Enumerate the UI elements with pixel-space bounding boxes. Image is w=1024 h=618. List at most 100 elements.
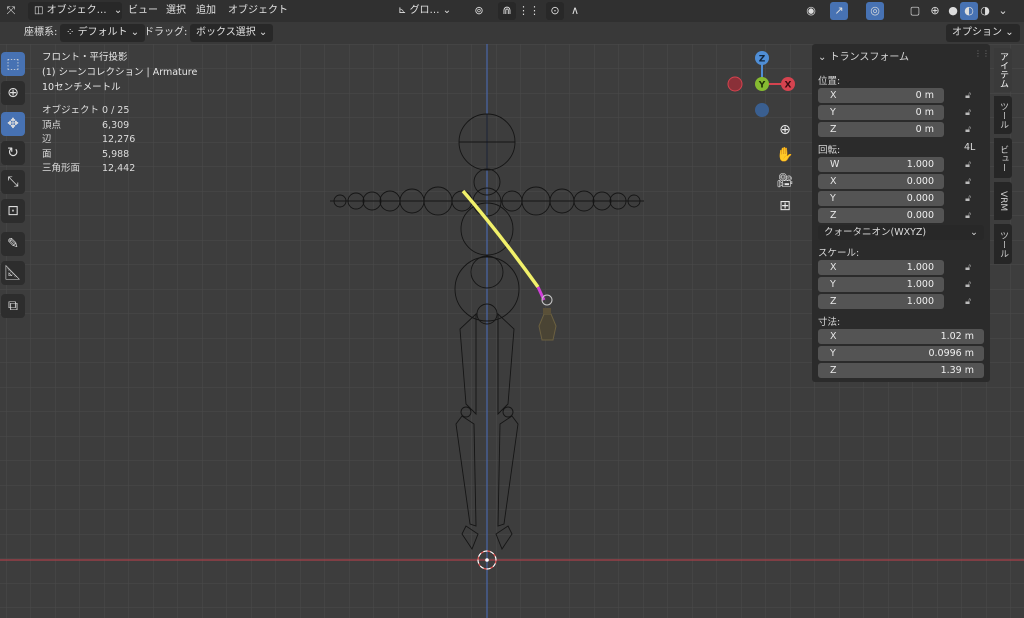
dimensions-y-field[interactable]: Y 0.0996 m [818,346,984,361]
pan-hand-icon[interactable]: ✋ [774,144,796,166]
shading-options-icon[interactable]: ⌄ [994,2,1012,20]
menu-view[interactable]: ビュー [124,2,162,20]
xray-icon[interactable]: ▢ [906,2,924,20]
move-icon[interactable]: ✥ [1,112,25,136]
rotation-w-field[interactable]: W 1.000 [818,157,944,172]
drag-handle-icon[interactable]: ⋮⋮ [974,49,990,58]
lock-icon[interactable]: 🔓︎ [962,176,974,188]
zoom-icon[interactable]: ⊕ [774,119,796,141]
drag-dropdown[interactable]: ボックス選択 ⌄ [190,24,274,42]
scale-y-field[interactable]: Y 1.000 [818,277,944,292]
tool-settings-bar: 座標系: ⁘ デフォルト ⌄ ドラッグ: ボックス選択 ⌄ オプション ⌄ [0,22,1024,44]
lock-icon[interactable]: 🔓︎ [962,262,974,274]
lock-icon[interactable]: 🔓︎ [962,107,974,119]
overlay-toggle-icon[interactable]: ◎ [866,2,884,20]
editor-type-icon[interactable]: ⤧ [2,2,20,20]
scale-x-field[interactable]: X 1.000 [818,260,944,275]
lock-icon[interactable]: 🔓︎ [962,296,974,308]
dimensions-z-field[interactable]: Z 1.39 m [818,363,984,378]
location-z-field[interactable]: Z0 m [818,122,944,137]
chevron-down-icon: ⌄ [970,227,978,238]
tab-tool[interactable]: ツール [994,96,1012,134]
axis-icon: ⊾ [398,5,410,16]
tab-view[interactable]: ビュー [994,138,1012,178]
scene-statistics: オブジェクト 0 / 25 頂点 6,309 辺 12,276 面 5,988 三角形面… [42,104,135,177]
transform-icon: ⁘ [66,27,78,38]
neg-z-axis-gizmo [755,103,769,117]
location-label: 位置: [818,76,841,87]
rotation-lock-4l[interactable]: 4L [964,142,975,153]
chevron-down-icon: ⌄ [258,27,268,38]
stat-row: 辺 12,276 [42,134,136,145]
menu-add[interactable]: 追加 [192,2,220,20]
camera-icon[interactable]: 🎥︎ [774,170,796,192]
snap-icon[interactable]: ⋒ [498,2,516,20]
lock-icon[interactable]: 🔓︎ [962,90,974,102]
coord-dropdown[interactable]: ⁘ デフォルト ⌄ [60,24,146,42]
stat-row: オブジェクト 0 / 25 [42,105,130,116]
proportional-edit-icon[interactable]: ⊙ [546,2,564,20]
transform-panel-header[interactable]: ⌄ トランスフォーム [818,48,909,63]
lock-icon[interactable]: 🔓︎ [962,124,974,136]
rotation-x-field[interactable]: X 0.000 [818,174,944,189]
object-mode-icon: ◫ [34,5,47,16]
dimensions-label: 寸法: [818,317,841,328]
tab-tool-2[interactable]: ツール [994,224,1012,264]
snap-target-icon[interactable]: ⋮⋮ [518,2,540,20]
select-box-icon[interactable]: ⬚ [1,52,25,76]
chevron-down-icon: ⌄ [1005,27,1014,38]
chevron-down-icon: ⌄ [130,27,140,38]
tab-item[interactable]: アイテム [994,48,1012,92]
transform-icon[interactable]: ⊡ [1,199,25,223]
falloff-icon[interactable]: ∧ [566,2,584,20]
coord-label: 座標系: [24,27,58,38]
lock-icon[interactable]: 🔓︎ [962,159,974,171]
mode-selector[interactable]: ◫ オブジェク… ⌄ [28,2,122,20]
options-dropdown[interactable]: オプション ⌄ [946,24,1020,42]
lock-icon[interactable]: 🔓︎ [962,279,974,291]
rotation-label: 回転: [818,145,841,156]
menu-select[interactable]: 選択 [162,2,190,20]
location-x-field[interactable]: X0 m [818,88,944,103]
scale-z-field[interactable]: Z 1.000 [818,294,944,309]
sidebar-tabs: アイテム ツール ビュー VRM ツール [994,44,1012,344]
stat-row: 頂点 6,309 [42,119,130,131]
scale-label: スケール: [818,248,860,259]
stat-row: 面 5,988 [42,148,130,160]
collection-name: (1) シーンコレクション | Armature [42,67,198,78]
rotate-icon[interactable]: ↻ [1,141,25,165]
stat-row: 三角形面 12,442 [42,163,136,174]
drag-label: ドラッグ: [144,27,188,38]
tab-vrm[interactable]: VRM [994,182,1012,220]
transform-orientation-dropdown[interactable]: ⊾ グロ… ⌄ [398,2,451,20]
annotate-icon[interactable]: ✎ [1,232,25,256]
gizmo-z-label: Z [759,55,766,65]
rotation-y-field[interactable]: Y 0.000 [818,191,944,206]
transform-panel: ⌄ トランスフォーム ⋮⋮ 位置: X0 m 🔓︎ Y0 m 🔓︎ Z0 m 🔓… [812,44,990,382]
menu-object[interactable]: オブジェクト [224,2,292,20]
dimensions-x-field[interactable]: X 1.02 m [818,329,984,344]
scale-icon[interactable]: ⤡ [1,170,25,194]
viewport-info: フロント・平行投影 (1) シーンコレクション | Armature 10センチ… [42,50,197,95]
add-cube-icon[interactable]: ⧉ [1,294,25,318]
pivot-point-icon[interactable]: ⊚ [470,2,488,20]
visibility-icon[interactable]: ◉ [802,2,820,20]
gizmo-toggle-icon[interactable]: ↗ [830,2,848,20]
gizmo-x-label: X [785,81,792,91]
measure-icon[interactable]: 📐︎ [1,261,25,285]
lock-icon[interactable]: 🔓︎ [962,193,974,205]
lock-icon[interactable]: 🔓︎ [962,210,974,222]
chevron-down-icon: ⌄ [113,5,123,16]
cursor-icon[interactable]: ⊕ [1,81,25,105]
chevron-down-icon: ⌄ [818,52,830,63]
location-y-field[interactable]: Y0 m [818,105,944,120]
rotation-mode-dropdown[interactable]: クォータニオン(WXYZ) ⌄ [818,225,984,240]
chevron-down-icon: ⌄ [442,5,452,16]
view-name: フロント・平行投影 [42,52,128,63]
shading-wireframe-icon[interactable]: ⊕ [926,2,944,20]
shading-rendered-icon[interactable]: ◑ [976,2,994,20]
grid-icon[interactable]: ⊞ [774,195,796,217]
grid-scale: 10センチメートル [42,82,121,93]
rotation-z-field[interactable]: Z 0.000 [818,208,944,223]
header-bar: ⤧ ◫ オブジェク… ⌄ ビュー 選択 追加 オブジェクト ⊾ グロ… ⌄ ⊚ … [0,0,1024,22]
